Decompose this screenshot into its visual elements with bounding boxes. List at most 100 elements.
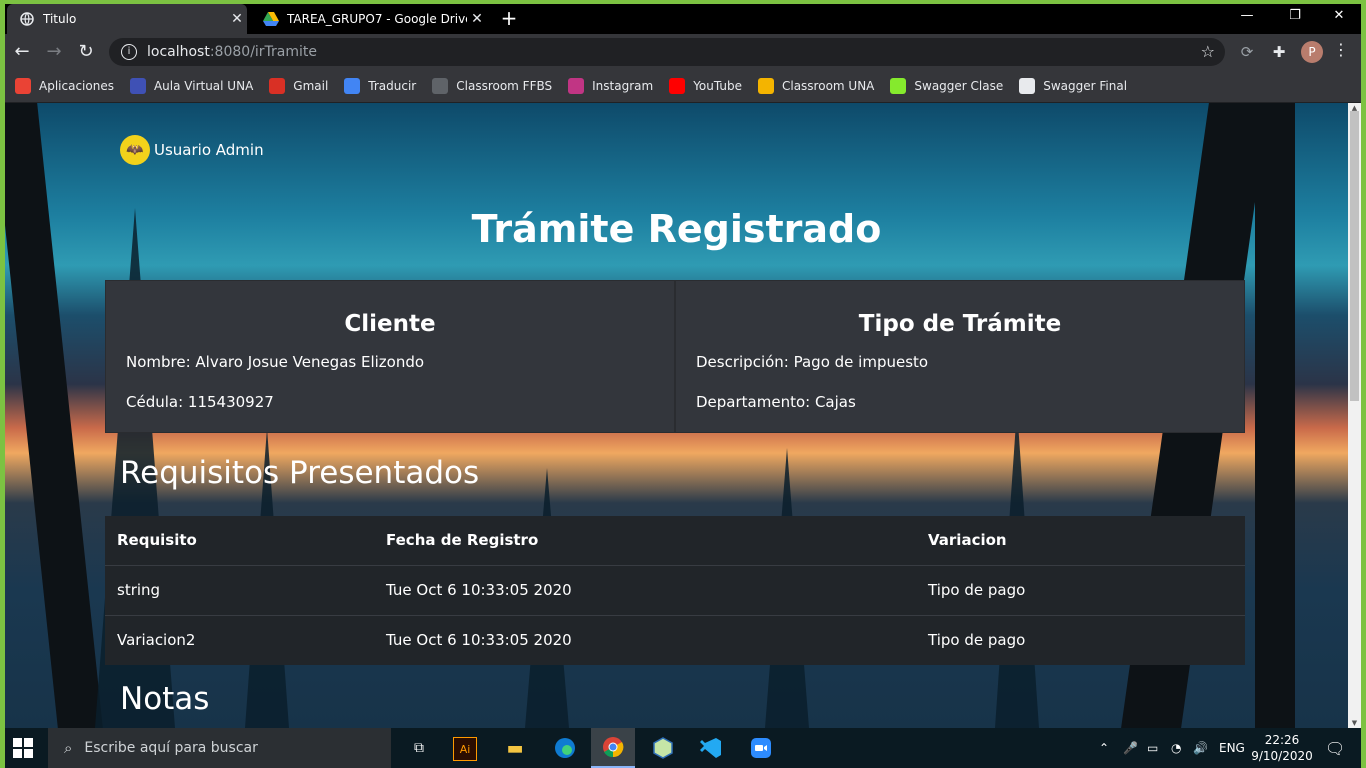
- browser-window: Titulo ✕ TAREA_GRUPO7 - Google Drive ✕ +…: [5, 4, 1361, 768]
- requisitos-table: Requisito Fecha de Registro Variacion st…: [105, 516, 1245, 665]
- table-cell: Variacion2: [117, 631, 196, 649]
- windows-taskbar: ⌕ Escribe aquí para buscar ⧉ Ai ▬ ⌃ 🎤 ▭ …: [5, 728, 1361, 768]
- column-header: Variacion: [928, 531, 1007, 549]
- microphone-icon[interactable]: 🎤: [1123, 728, 1138, 768]
- requisitos-heading: Requisitos Presentados: [120, 455, 480, 491]
- bookmark-item[interactable]: Gmail: [269, 78, 328, 94]
- gmail-icon: [269, 78, 286, 94]
- task-view-icon[interactable]: ⧉: [405, 734, 433, 762]
- profile-avatar[interactable]: P: [1301, 41, 1323, 63]
- bookmark-label: Gmail: [293, 79, 329, 93]
- url-path: :8080/irTramite: [209, 44, 318, 60]
- bookmarks-bar: Aplicaciones Aula Virtual UNA Gmail Traduci…: [5, 70, 1361, 102]
- edge-icon[interactable]: [551, 734, 579, 762]
- globe-icon: [19, 11, 35, 27]
- background-tree: [1255, 103, 1295, 728]
- close-tab-icon[interactable]: ✕: [227, 11, 247, 27]
- column-header: Requisito: [117, 531, 197, 549]
- back-button[interactable]: ←: [9, 39, 35, 65]
- netbeans-icon[interactable]: [649, 734, 677, 762]
- bookmark-label: Instagram: [592, 79, 654, 93]
- page-viewport: 🦇 Usuario Admin Trámite Registrado Clien…: [5, 103, 1348, 728]
- zoom-icon[interactable]: [747, 734, 775, 762]
- search-placeholder: Escribe aquí para buscar: [84, 740, 258, 756]
- close-tab-icon[interactable]: ✕: [467, 11, 487, 27]
- puzzle-extensions-icon[interactable]: ✚: [1269, 42, 1289, 62]
- table-cell: Tipo de pago: [928, 631, 1026, 649]
- bookmark-label: YouTube: [693, 79, 742, 93]
- bookmark-item[interactable]: Instagram: [568, 78, 653, 94]
- url-host: localhost: [147, 44, 210, 60]
- volume-icon[interactable]: 🔊: [1193, 728, 1208, 768]
- table-cell: Tipo de pago: [928, 581, 1026, 599]
- reload-button[interactable]: ↻: [73, 39, 99, 65]
- bookmark-item[interactable]: Aplicaciones: [15, 78, 114, 94]
- bookmark-item[interactable]: Swagger Clase: [890, 78, 1003, 94]
- page-scrollbar[interactable]: ▲ ▼: [1348, 103, 1361, 728]
- bookmark-label: Aplicaciones: [39, 79, 114, 93]
- user-name: Usuario Admin: [154, 141, 264, 159]
- tab-title: TAREA_GRUPO7 - Google Drive: [287, 12, 467, 26]
- windows-start-icon[interactable]: [13, 738, 33, 758]
- notifications-icon[interactable]: 🗨: [1325, 728, 1345, 768]
- table-row: string Tue Oct 6 10:33:05 2020 Tipo de p…: [105, 566, 1245, 616]
- tipo-tramite-heading: Tipo de Trámite: [858, 311, 1062, 337]
- vscode-icon[interactable]: [697, 734, 725, 762]
- menu-kebab-icon[interactable]: ⋮: [1333, 40, 1349, 59]
- bookmark-item[interactable]: Classroom FFBS: [432, 78, 552, 94]
- bookmark-item[interactable]: Classroom UNA: [757, 78, 875, 94]
- column-header: Fecha de Registro: [386, 531, 539, 549]
- translate-icon: [344, 78, 361, 94]
- table-header-row: Requisito Fecha de Registro Variacion: [105, 516, 1245, 566]
- youtube-icon: [669, 78, 686, 94]
- user-menu[interactable]: 🦇 Usuario Admin: [120, 135, 264, 165]
- bookmark-star-icon[interactable]: ☆: [1201, 42, 1215, 61]
- batman-avatar-icon: 🦇: [120, 135, 150, 165]
- address-bar[interactable]: i localhost:8080/irTramite ☆: [109, 38, 1225, 66]
- bookmark-item[interactable]: YouTube: [669, 78, 742, 94]
- table-cell: string: [117, 581, 161, 599]
- minimize-button[interactable]: —: [1225, 4, 1269, 30]
- file-explorer-icon[interactable]: ▬: [501, 734, 529, 762]
- cliente-nombre: Nombre: Alvaro Josue Venegas Elizondo: [126, 353, 425, 371]
- search-icon: ⌕: [64, 739, 73, 757]
- restore-button[interactable]: ❐: [1273, 4, 1317, 30]
- apps-grid-icon: [15, 78, 31, 94]
- page-title: Trámite Registrado: [471, 207, 882, 251]
- background-tree: [5, 103, 103, 728]
- taskbar-search-box[interactable]: ⌕ Escribe aquí para buscar: [48, 728, 391, 768]
- bookmark-label: Swagger Final: [1043, 79, 1128, 93]
- taskbar-clock[interactable]: 22:26 9/10/2020: [1249, 732, 1315, 764]
- bookmark-item[interactable]: Traducir: [344, 78, 416, 94]
- battery-icon[interactable]: ▭: [1147, 728, 1158, 768]
- show-hidden-icons[interactable]: ⌃: [1099, 728, 1109, 768]
- illustrator-icon[interactable]: Ai: [453, 737, 477, 761]
- bookmark-item[interactable]: Aula Virtual UNA: [129, 78, 254, 94]
- close-window-button[interactable]: ✕: [1317, 4, 1361, 30]
- instagram-icon: [568, 78, 585, 94]
- bookmark-label: Classroom UNA: [781, 79, 875, 93]
- forward-button[interactable]: →: [41, 39, 67, 65]
- bookmark-label: Swagger Clase: [914, 79, 1004, 93]
- scroll-down-icon[interactable]: ▼: [1348, 719, 1361, 727]
- tab-strip: Titulo ✕ TAREA_GRUPO7 - Google Drive ✕ +…: [5, 4, 1361, 34]
- bookmark-item[interactable]: Swagger Final: [1019, 78, 1127, 94]
- language-indicator[interactable]: ENG: [1219, 728, 1245, 768]
- tab-titulo[interactable]: Titulo ✕: [7, 4, 247, 34]
- wifi-icon[interactable]: ◔: [1171, 728, 1181, 768]
- new-tab-button[interactable]: +: [497, 6, 521, 30]
- extension-icon[interactable]: ⟳: [1237, 42, 1257, 62]
- scrollbar-thumb[interactable]: [1350, 111, 1359, 401]
- clock-time: 22:26: [1264, 733, 1300, 747]
- bookmark-label: Aula Virtual UNA: [153, 79, 254, 93]
- tipo-descripcion: Descripción: Pago de impuesto: [696, 353, 929, 371]
- swagger-icon: [890, 78, 907, 94]
- tab-google-drive[interactable]: TAREA_GRUPO7 - Google Drive ✕: [251, 4, 487, 34]
- browser-toolbar: ← → ↻ i localhost:8080/irTramite ☆ ⟳ ✚ P…: [5, 34, 1361, 70]
- aula-virtual-icon: [129, 78, 146, 94]
- chrome-icon[interactable]: [591, 728, 635, 768]
- site-info-icon[interactable]: i: [121, 44, 137, 60]
- table-cell: Tue Oct 6 10:33:05 2020: [386, 631, 572, 649]
- cliente-heading: Cliente: [344, 311, 436, 337]
- cliente-card: Cliente Nombre: Alvaro Josue Venegas Eli…: [105, 280, 675, 433]
